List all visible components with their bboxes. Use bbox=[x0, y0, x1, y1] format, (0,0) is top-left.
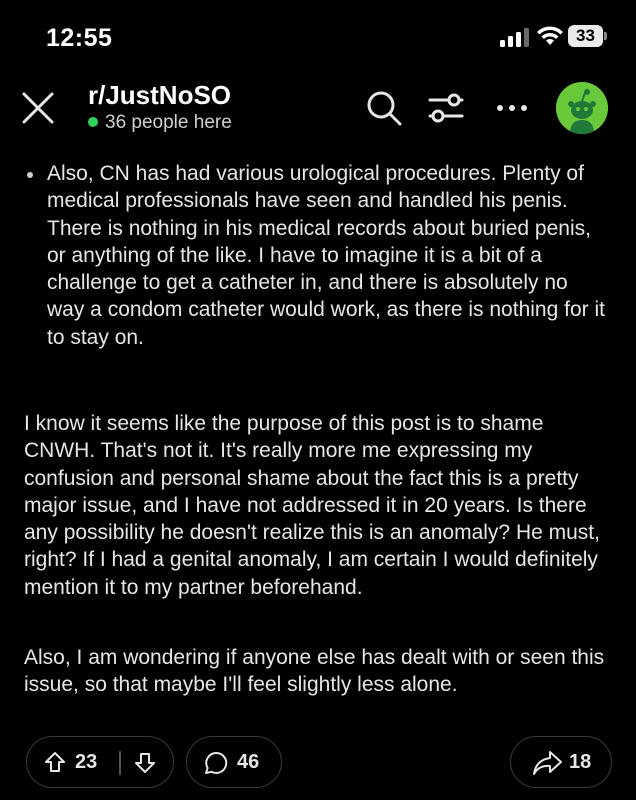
cellular-signal-icon bbox=[500, 27, 530, 47]
comment-icon bbox=[205, 751, 228, 774]
close-icon[interactable] bbox=[18, 88, 58, 128]
avatar[interactable] bbox=[556, 82, 608, 134]
battery-level: 33 bbox=[568, 25, 603, 47]
snoo-avatar-icon bbox=[556, 82, 608, 134]
battery-icon: 33 bbox=[568, 25, 608, 47]
post-body: Also, CN has had various urological proc… bbox=[0, 150, 636, 730]
share-button[interactable]: 18 bbox=[510, 736, 612, 788]
wifi-icon bbox=[537, 26, 563, 45]
online-dot bbox=[88, 117, 98, 127]
more-icon[interactable] bbox=[492, 88, 532, 128]
subreddit-header: r/JustNoSO 36 people here bbox=[0, 70, 636, 150]
post-action-bar: 23 46 18 bbox=[0, 736, 636, 792]
status-time: 12:55 bbox=[46, 24, 113, 52]
comments-button[interactable]: 46 bbox=[186, 736, 282, 788]
share-icon bbox=[533, 751, 562, 775]
post-paragraph: Also, I am wondering if anyone else has … bbox=[24, 646, 605, 697]
status-bar: 12:55 33 bbox=[0, 0, 636, 70]
vote-control: 23 bbox=[26, 736, 174, 788]
filter-icon[interactable] bbox=[426, 88, 466, 128]
online-count: 36 people here bbox=[88, 112, 232, 134]
downvote-icon[interactable] bbox=[133, 751, 157, 775]
upvote-count: 23 bbox=[75, 751, 98, 773]
share-count: 18 bbox=[569, 751, 592, 773]
subreddit-name[interactable]: r/JustNoSO bbox=[88, 80, 231, 111]
comment-count: 46 bbox=[237, 751, 260, 773]
post-paragraph: I know it seems like the purpose of this… bbox=[24, 412, 600, 599]
bullet-text: Also, CN has had various urological proc… bbox=[47, 162, 605, 349]
bullet-marker bbox=[27, 172, 33, 178]
upvote-icon[interactable] bbox=[43, 750, 67, 774]
online-count-text: 36 people here bbox=[105, 112, 232, 133]
search-icon[interactable] bbox=[364, 88, 404, 128]
vote-divider bbox=[119, 751, 121, 775]
